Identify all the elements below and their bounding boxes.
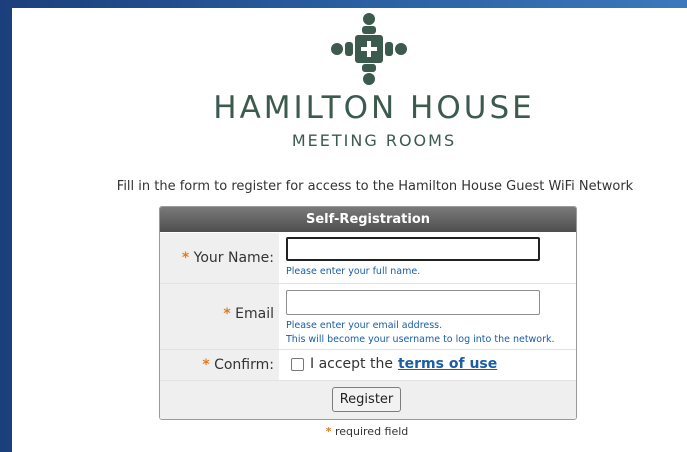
intro-text: Fill in the form to register for access … <box>116 179 634 194</box>
name-row: * Your Name: Please enter your full name… <box>160 233 576 284</box>
brand-subtitle: MEETING ROOMS <box>291 131 457 150</box>
required-star: * <box>223 306 231 322</box>
page: HAMILTON HOUSE MEETING ROOMS Fill in the… <box>12 8 687 452</box>
email-field[interactable] <box>286 290 540 315</box>
name-label-text: Your Name: <box>193 250 274 266</box>
name-hint: Please enter your full name. <box>286 266 421 277</box>
terms-of-use-link[interactable]: terms of use <box>398 356 497 372</box>
self-registration-form: Self-Registration * Your Name: Please en… <box>159 206 577 420</box>
email-hint-line2: This will become your username to log in… <box>286 334 555 345</box>
name-label: * Your Name: <box>160 233 279 283</box>
email-label: * Email Address: <box>160 284 279 382</box>
confirm-field: I accept the terms of use <box>291 356 497 372</box>
button-row: Register <box>160 381 576 419</box>
brand-header: HAMILTON HOUSE MEETING ROOMS <box>12 8 687 168</box>
accept-text: I accept the <box>310 356 393 372</box>
confirm-label: * Confirm: <box>160 350 279 380</box>
email-row: * Email Address: Please enter your email… <box>160 284 576 382</box>
required-note-text: required field <box>334 425 409 438</box>
people-around-table-logo <box>331 13 407 85</box>
required-star: * <box>325 425 332 438</box>
form-header: Self-Registration <box>160 207 576 232</box>
required-star: * <box>202 357 210 373</box>
required-star: * <box>181 250 190 266</box>
name-field[interactable] <box>286 237 540 261</box>
accept-terms-checkbox[interactable] <box>291 357 304 371</box>
confirm-label-text: Confirm: <box>214 357 274 373</box>
required-field-note: * required field <box>12 425 687 438</box>
brand-title: HAMILTON HOUSE <box>213 90 535 126</box>
confirm-row: * Confirm: I accept the terms of use <box>160 350 576 381</box>
register-button[interactable]: Register <box>332 387 401 412</box>
email-hint-line1: Please enter your email address. <box>286 320 443 331</box>
